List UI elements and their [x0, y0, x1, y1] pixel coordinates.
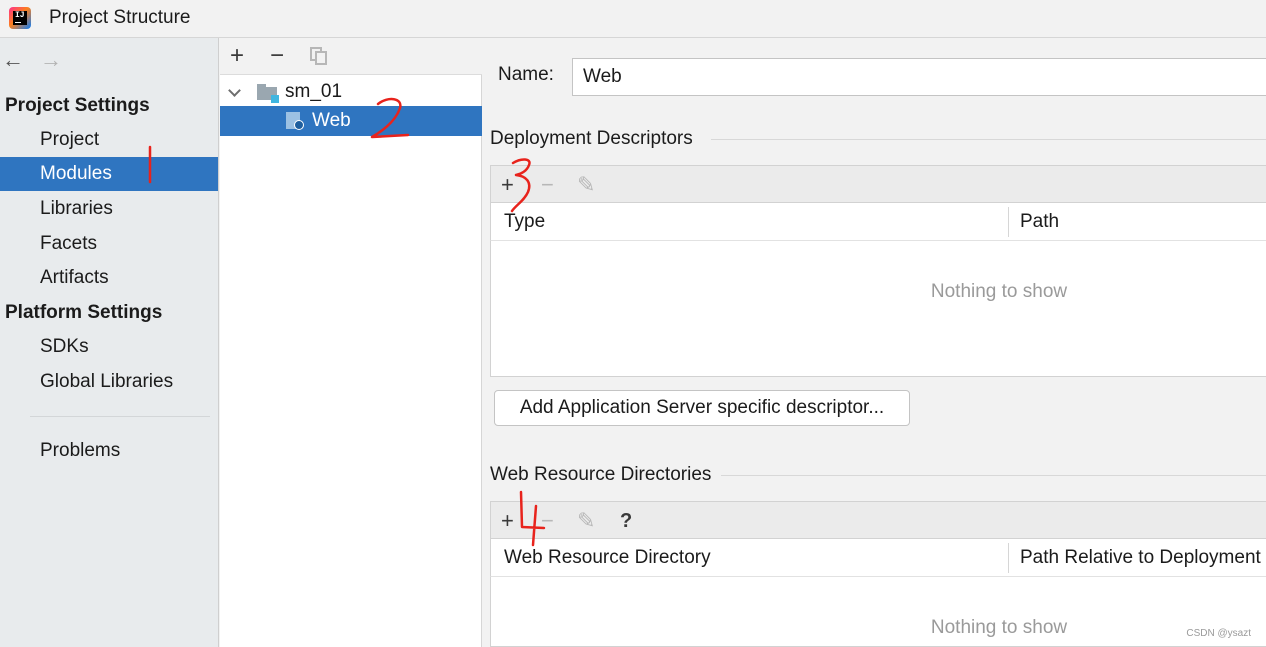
- back-arrow-icon[interactable]: ←: [2, 48, 24, 72]
- tree-node-label: Web: [312, 110, 351, 131]
- intellij-logo-icon: IJ: [9, 7, 31, 29]
- project-settings-header: Project Settings: [5, 95, 150, 116]
- deployment-table-header: Type Path: [490, 203, 1266, 241]
- remove-web-resource-button[interactable]: −: [541, 507, 554, 535]
- web-resources-empty-text: Nothing to show: [930, 617, 1068, 638]
- module-tree-panel: + − sm_01 Web: [220, 38, 482, 647]
- column-separator: [1008, 543, 1009, 573]
- deployment-toolbar: + − ✎: [490, 165, 1266, 203]
- sidebar-item-facets[interactable]: Facets: [0, 227, 218, 261]
- web-resource-directories-title: Web Resource Directories: [490, 464, 712, 485]
- chevron-down-icon[interactable]: [228, 84, 241, 97]
- settings-sidebar: ← → Project Settings Project Modules Lib…: [0, 38, 219, 647]
- tree-node-web[interactable]: Web: [220, 106, 482, 136]
- web-facet-icon: [286, 112, 304, 130]
- column-path[interactable]: Path: [1020, 203, 1059, 241]
- title-bar: IJ Project Structure: [0, 0, 1266, 38]
- name-field[interactable]: Web: [572, 58, 1266, 96]
- sidebar-divider: [30, 416, 210, 417]
- history-navigation: ← →: [0, 48, 80, 72]
- sidebar-item-problems[interactable]: Problems: [0, 434, 218, 468]
- forward-arrow-icon[interactable]: →: [40, 48, 62, 72]
- pencil-icon[interactable]: ✎: [577, 171, 595, 199]
- name-label: Name:: [498, 64, 554, 85]
- group-divider: [721, 475, 1266, 476]
- tree-node-label: sm_01: [285, 81, 343, 102]
- module-folder-icon: [257, 84, 279, 103]
- remove-descriptor-button[interactable]: −: [541, 171, 554, 199]
- add-server-descriptor-button[interactable]: Add Application Server specific descript…: [494, 390, 910, 426]
- sidebar-item-modules[interactable]: Modules: [0, 157, 218, 191]
- deployment-empty-text: Nothing to show: [930, 281, 1068, 302]
- web-resources-table-header: Web Resource Directory Path Relative to …: [490, 539, 1266, 577]
- column-separator: [1008, 207, 1009, 237]
- column-type[interactable]: Type: [504, 203, 545, 241]
- facet-settings-panel: Name: Web Deployment Descriptors + − ✎ T…: [483, 38, 1266, 647]
- add-module-button[interactable]: +: [230, 42, 244, 70]
- copy-icon[interactable]: [310, 47, 327, 65]
- window-title: Project Structure: [49, 7, 191, 28]
- sidebar-item-global-libraries[interactable]: Global Libraries: [0, 365, 218, 399]
- add-web-resource-button[interactable]: +: [501, 507, 514, 535]
- pencil-icon[interactable]: ✎: [577, 507, 595, 535]
- sidebar-item-artifacts[interactable]: Artifacts: [0, 261, 218, 295]
- deployment-descriptors-title: Deployment Descriptors: [490, 128, 693, 149]
- tree-toolbar: + −: [220, 38, 482, 75]
- sidebar-item-libraries[interactable]: Libraries: [0, 192, 218, 226]
- deployment-table[interactable]: [490, 241, 1266, 377]
- remove-module-button[interactable]: −: [270, 42, 284, 70]
- web-resources-toolbar: + − ✎ ?: [490, 501, 1266, 539]
- sidebar-item-project[interactable]: Project: [0, 123, 218, 157]
- help-icon[interactable]: ?: [620, 507, 632, 535]
- platform-settings-header: Platform Settings: [5, 302, 163, 323]
- add-descriptor-button[interactable]: +: [501, 171, 514, 199]
- tree-node-sm-01[interactable]: sm_01: [220, 77, 482, 107]
- column-web-resource-directory[interactable]: Web Resource Directory: [504, 539, 711, 577]
- group-divider: [711, 139, 1266, 140]
- watermark: CSDN @ysazt: [1186, 628, 1251, 639]
- sidebar-item-sdks[interactable]: SDKs: [0, 330, 218, 364]
- column-path-relative[interactable]: Path Relative to Deployment: [1020, 539, 1261, 577]
